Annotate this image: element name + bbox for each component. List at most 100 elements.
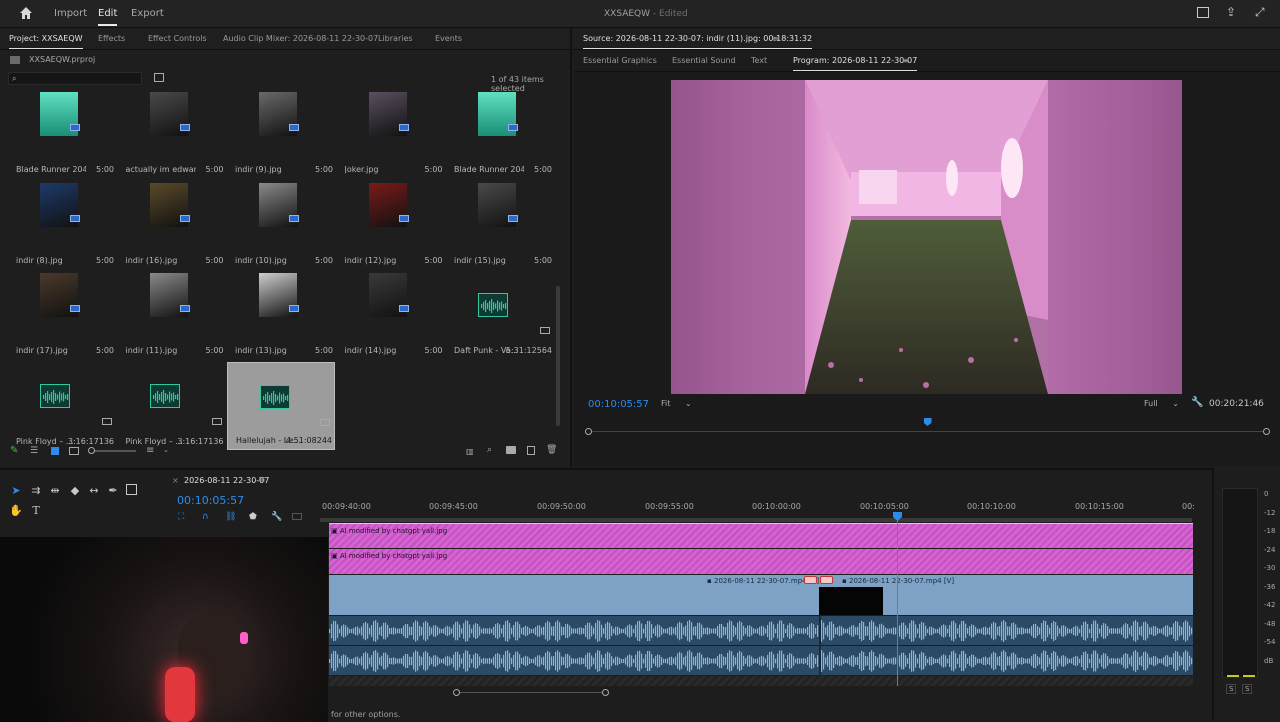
program-timebar[interactable] [588, 431, 1267, 432]
tab-libraries[interactable]: Libraries [378, 34, 413, 43]
tab-text[interactable]: Text [751, 56, 767, 65]
media-item[interactable]: Blade Runner 2049 - ... 5:00 [446, 92, 554, 178]
nav-export[interactable]: Export [131, 8, 164, 19]
pencil-icon[interactable]: ✎ [10, 445, 18, 456]
clip-v1-a[interactable]: ▪ 2026-08-11 22-30-07.mp4 [V] [329, 575, 819, 615]
tab-essential-sound[interactable]: Essential Sound [672, 56, 736, 65]
zoom-bar-left-handle[interactable] [453, 689, 460, 696]
rectangle-tool-icon[interactable] [126, 484, 137, 495]
scrollbar[interactable] [556, 286, 560, 426]
work-area-bar[interactable] [320, 518, 1192, 522]
media-item[interactable]: indir (8).jpg 5:00 [8, 181, 116, 269]
hand-tool-icon[interactable]: ✋ [9, 504, 23, 518]
media-item[interactable]: indir (14).jpg 5:00 [337, 271, 445, 359]
media-item[interactable]: indir (16).jpg 5:00 [118, 181, 226, 269]
pen-tool-icon[interactable]: ✒ [106, 484, 120, 498]
image-thumbnail [8, 92, 116, 160]
program-timecode[interactable]: 00:10:05:57 [588, 399, 649, 410]
ripple-edit-tool-icon[interactable]: ⇹ [48, 484, 62, 498]
zoom-slider[interactable] [88, 447, 136, 454]
corridor-image [671, 80, 1182, 394]
media-item[interactable]: Pink Floyd – ... 3:16:17136 [8, 362, 116, 450]
chevron-down-icon[interactable]: ⌄ [163, 446, 169, 454]
sequence-tab[interactable]: 2026-08-11 22-30-07 [184, 476, 269, 485]
find-icon[interactable]: ⌕ [487, 445, 492, 455]
automate-icon[interactable]: ▥ [466, 447, 474, 456]
program-playhead[interactable] [923, 418, 932, 426]
add-marker-timeline-icon[interactable]: ⬟ [249, 512, 257, 522]
media-item[interactable]: indir (9).jpg 5:00 [227, 92, 335, 178]
wrench-icon[interactable]: 🔧 [1191, 397, 1203, 408]
image-thumbnail [118, 181, 226, 251]
solo-right-button[interactable]: S [1242, 684, 1253, 694]
ruler-tick-label: 00:10:10:00 [967, 502, 1016, 511]
time-ruler[interactable]: 00:09:40:00 00:09:45:00 00:09:50:00 00:09:5… [320, 498, 1195, 520]
solo-left-button[interactable]: S [1226, 684, 1237, 694]
media-item-name: indir (16).jpg [125, 255, 178, 265]
media-item[interactable]: actually im edward.jpg 5:00 [118, 92, 226, 178]
headphone-light [240, 632, 248, 644]
icon-view-icon[interactable] [51, 447, 59, 455]
freeform-view-icon[interactable] [69, 447, 79, 455]
home-icon[interactable] [19, 6, 33, 20]
media-item[interactable]: indir (10).jpg 5:00 [227, 181, 335, 269]
slip-tool-icon[interactable]: ↔ [87, 484, 101, 498]
nav-import[interactable]: Import [54, 8, 87, 19]
workspace-icon[interactable] [1197, 7, 1209, 18]
transition-marker[interactable] [804, 576, 817, 584]
resolution-dropdown[interactable]: Full ⌄ [1144, 399, 1179, 408]
new-search-bin-icon[interactable] [154, 73, 164, 82]
media-item[interactable]: Hallelujah - Le... 4:51:08244 [227, 361, 335, 450]
share-icon[interactable]: ⇪ [1226, 5, 1236, 19]
clip-v2[interactable]: ▣ AI modified by chatgpt yall.jpg [329, 549, 1193, 574]
transition-marker-b[interactable] [820, 576, 833, 584]
track-select-tool-icon[interactable]: ⇉ [29, 484, 43, 498]
new-item-icon[interactable] [527, 446, 535, 455]
sequence-menu-icon[interactable]: ≡ [258, 475, 266, 485]
timeline-timecode[interactable]: 00:10:05:57 [177, 494, 244, 507]
timeline-zoom-bar[interactable] [456, 692, 606, 693]
tab-audio-clip-mixer[interactable]: Audio Clip Mixer: 2026-08-11 22-30-07 [223, 34, 378, 43]
media-item[interactable]: Blade Runner 2049.jpg 5:00 [8, 92, 116, 178]
linked-selection-icon[interactable]: ⛓ [225, 512, 236, 522]
nav-edit[interactable]: Edit [98, 8, 118, 26]
audio-waveform-tracks[interactable] [329, 616, 1193, 676]
program-menu-icon[interactable]: ≡ [902, 56, 909, 65]
snap-icon[interactable]: ∩ [202, 512, 209, 522]
razor-tool-icon[interactable]: ◆ [68, 484, 82, 498]
fit-dropdown[interactable]: Fit ⌄ [661, 399, 692, 408]
media-item[interactable]: indir (15).jpg 5:00 [446, 181, 554, 269]
tab-effects[interactable]: Effects [98, 34, 125, 43]
media-item[interactable]: indir (17).jpg 5:00 [8, 271, 116, 359]
new-bin-icon[interactable] [506, 446, 516, 454]
media-item[interactable]: Joker.jpg 5:00 [337, 92, 445, 178]
media-item-name: indir (10).jpg [235, 255, 287, 265]
timebar-start-handle[interactable] [585, 428, 592, 435]
trash-icon[interactable]: 🗑 [546, 445, 557, 455]
timebar-end-handle[interactable] [1263, 428, 1270, 435]
nest-icon[interactable]: ⛶ [178, 512, 184, 522]
search-input[interactable]: ⌕ [8, 72, 142, 85]
captions-icon[interactable] [292, 513, 302, 520]
media-item[interactable]: indir (13).jpg 5:00 [227, 271, 335, 359]
media-item[interactable]: indir (11).jpg 5:00 [118, 271, 226, 359]
tab-essential-graphics[interactable]: Essential Graphics [583, 56, 657, 65]
close-sequence-icon[interactable]: × [172, 476, 179, 485]
tab-program[interactable]: Program: 2026-08-11 22-30-07 [793, 56, 918, 71]
media-item[interactable]: Pink Floyd – ... 3:16:17136 [118, 362, 226, 450]
tab-project[interactable]: Project: XXSAEQW [9, 34, 83, 49]
zoom-slider-handle[interactable] [88, 447, 95, 454]
fullscreen-icon[interactable]: ⤢ [1255, 5, 1265, 20]
tab-events[interactable]: Events [435, 34, 462, 43]
timeline-settings-icon[interactable]: 🔧 [271, 512, 282, 522]
media-item[interactable]: Daft Punk - Ve... 5:31:12564 [446, 271, 554, 359]
type-tool-icon[interactable]: T [29, 504, 43, 518]
media-item[interactable]: indir (12).jpg 5:00 [337, 181, 445, 269]
source-menu-icon[interactable]: ≡ [772, 34, 779, 43]
list-view-icon[interactable]: ☰ [30, 446, 38, 456]
selection-tool-icon[interactable]: ➤ [9, 484, 23, 498]
zoom-bar-right-handle[interactable] [602, 689, 609, 696]
sort-icon[interactable]: ≡ [146, 445, 154, 456]
tab-effect-controls[interactable]: Effect Controls [148, 34, 207, 43]
clip-v3[interactable]: ▣ AI modified by chatgpt yall.jpg [329, 523, 1193, 548]
